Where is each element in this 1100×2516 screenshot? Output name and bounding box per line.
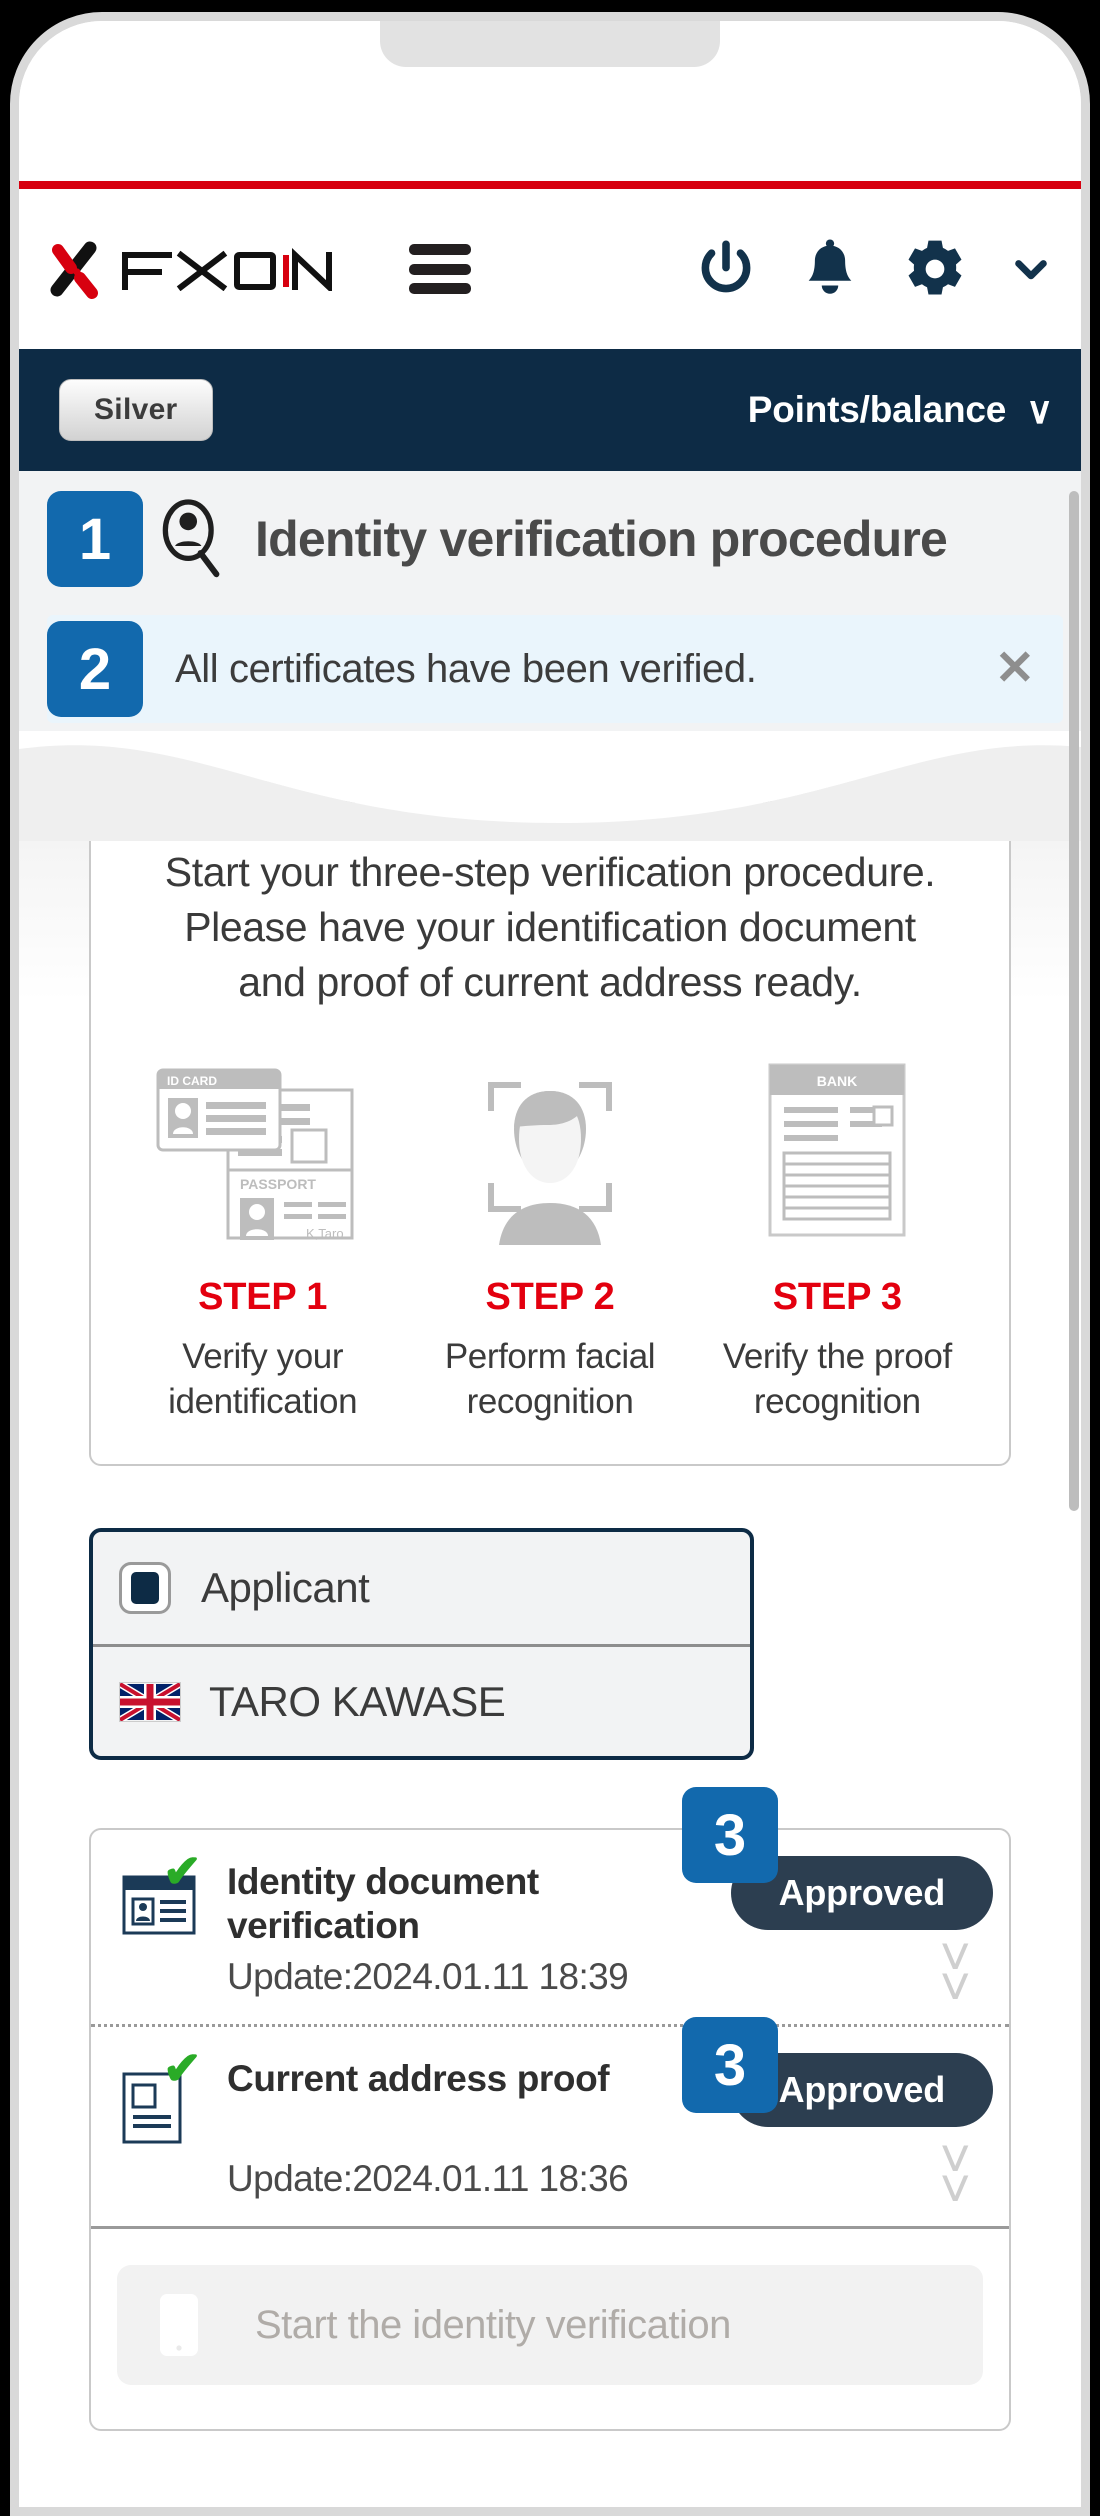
step-2: STEP 2 Perform facial recognition [406, 1050, 693, 1425]
step-1-desc-line-1: Verify your [182, 1336, 344, 1376]
callout-badge-1: 1 [47, 491, 143, 587]
power-icon[interactable] [693, 236, 759, 302]
smartphone-icon [160, 2294, 198, 2357]
account-status-bar: Silver Points/balance ∨ [19, 349, 1081, 471]
intro-line-2: Please have your identification document [184, 903, 916, 950]
applicant-selector-row[interactable]: Applicant [93, 1532, 750, 1644]
intro-text: Start your three-step verification proce… [119, 845, 981, 1010]
start-identity-verification-button[interactable]: Start the identity verification [117, 2265, 983, 2386]
step-3: BANK STEP 3 Verify the proof recognition [694, 1050, 981, 1425]
fxon-logo-wordmark [122, 248, 332, 291]
applicant-selector-label: Applicant [201, 1564, 370, 1612]
identity-magnifier-icon [162, 499, 220, 578]
start-verification-block: Start the identity verification [91, 2226, 1009, 2429]
app-screen: Silver Points/balance ∨ 1 Identity verif… [19, 21, 1081, 2507]
intro-line-3: and proof of current address ready. [238, 958, 862, 1005]
page-title-row: 1 Identity verification procedure [19, 471, 1081, 607]
points-balance-toggle[interactable]: Points/balance ∨ [748, 389, 1053, 432]
start-identity-verification-label: Start the identity verification [255, 2302, 731, 2347]
step-2-desc-line-2: recognition [466, 1381, 634, 1421]
step-3-description: Verify the proof recognition [694, 1335, 981, 1425]
green-check-icon: ✔ [163, 1845, 202, 1898]
notice-content: 2 All certificates have been verified. ✕ [47, 621, 1081, 717]
app-header [19, 189, 1081, 349]
address-proof-icon: ✔ [121, 2045, 205, 2150]
intro-line-1: Start your three-step verification proce… [164, 849, 936, 895]
fxon-logo-mark [50, 241, 98, 299]
step-1-art-label-passport: PASSPORT [240, 1176, 316, 1192]
notice-close-icon[interactable]: ✕ [995, 645, 1035, 693]
points-balance-label: Points/balance [747, 389, 1007, 430]
verification-identity-update: Update:2024.01.11 18:39 [227, 1955, 629, 1997]
verification-address-double-chevron-down-icon[interactable]: ˅ ˅ [939, 2132, 971, 2217]
callout-badge-3-address: 3 [682, 2017, 778, 2113]
page-scrollbar[interactable] [1069, 491, 1079, 1511]
step-1-art: PASSPORT K,Taro ID CARD [119, 1050, 406, 1250]
step-1-art-label-idcard: ID CARD [167, 1074, 217, 1088]
id-card-icon: ✔ [121, 1848, 205, 1941]
verification-identity-double-chevron-down-icon[interactable]: ˅ ˅ [939, 1930, 971, 2015]
header-icon-group [693, 235, 1053, 303]
bell-icon[interactable] [799, 236, 861, 302]
step-2-label: STEP 2 [485, 1275, 615, 1318]
gear-icon[interactable] [901, 235, 969, 303]
main-content: Start your three-step verification proce… [19, 791, 1081, 2507]
step-3-desc-line-2: recognition [753, 1381, 921, 1421]
wave-divider [19, 731, 1081, 841]
applicant-name-row[interactable]: TARO KAWASE [93, 1644, 750, 1756]
uk-flag-icon [119, 1681, 181, 1722]
fxon-logo[interactable] [45, 238, 349, 300]
step-3-label: STEP 3 [772, 1275, 902, 1318]
verification-identity-name: Identity document verification [227, 1861, 539, 1947]
phone-notch [380, 21, 720, 67]
hamburger-menu-icon[interactable] [409, 244, 471, 294]
filled-radio-icon[interactable] [119, 1562, 171, 1615]
phone-mockup-frame: Silver Points/balance ∨ 1 Identity verif… [10, 12, 1090, 2516]
bank-statement-icon: BANK [768, 1063, 906, 1237]
green-check-icon: ✔ [163, 2042, 202, 2095]
notice-bar: 2 All certificates have been verified. ✕ [19, 607, 1081, 731]
step-2-description: Perform facial recognition [406, 1335, 693, 1425]
step-3-art: BANK [694, 1050, 981, 1250]
applicant-name: TARO KAWASE [209, 1677, 506, 1725]
membership-tier-chip[interactable]: Silver [59, 379, 213, 441]
callout-badge-2: 2 [47, 621, 143, 717]
intro-card: Start your three-step verification proce… [89, 801, 1011, 1467]
header-chevron-down-icon[interactable] [1009, 247, 1053, 291]
verification-row-address[interactable]: ✔ Current address proof Approved Update:… [91, 2024, 1009, 2226]
verification-status-card: ✔ Identity document verification Approve… [89, 1828, 1011, 2432]
page-title: Identity verification procedure [255, 511, 948, 567]
step-1-label: STEP 1 [198, 1275, 328, 1318]
step-3-desc-line-1: Verify the proof [722, 1336, 952, 1376]
step-1-description: Verify your identification [119, 1335, 406, 1425]
step-2-art [406, 1050, 693, 1250]
id-card-passport-icon: PASSPORT K,Taro ID CARD [156, 1068, 354, 1241]
verification-address-name: Current address proof [227, 2058, 610, 2100]
points-balance-chevron-down-icon: ∨ [1026, 389, 1053, 431]
steps-row: PASSPORT K,Taro ID CARD STEP 1 Verify yo… [119, 1050, 981, 1425]
brand-accent-rule [19, 181, 1081, 189]
step-1-art-label-signature: K,Taro [306, 1226, 344, 1241]
verification-row-identity[interactable]: ✔ Identity document verification Approve… [91, 1830, 1009, 2024]
verification-address-update: Update:2024.01.11 18:36 [227, 2158, 629, 2200]
step-3-art-label-bank: BANK [817, 1073, 857, 1089]
applicant-selector[interactable]: Applicant TARO KAWASE [89, 1528, 754, 1761]
step-2-desc-line-1: Perform facial [444, 1336, 656, 1376]
notice-message: All certificates have been verified. [175, 646, 757, 691]
callout-badge-3-identity: 3 [682, 1787, 778, 1883]
step-1-desc-line-2: identification [168, 1381, 358, 1421]
face-recognition-icon [487, 1081, 612, 1245]
step-1: PASSPORT K,Taro ID CARD STEP 1 Verify yo… [119, 1050, 406, 1425]
